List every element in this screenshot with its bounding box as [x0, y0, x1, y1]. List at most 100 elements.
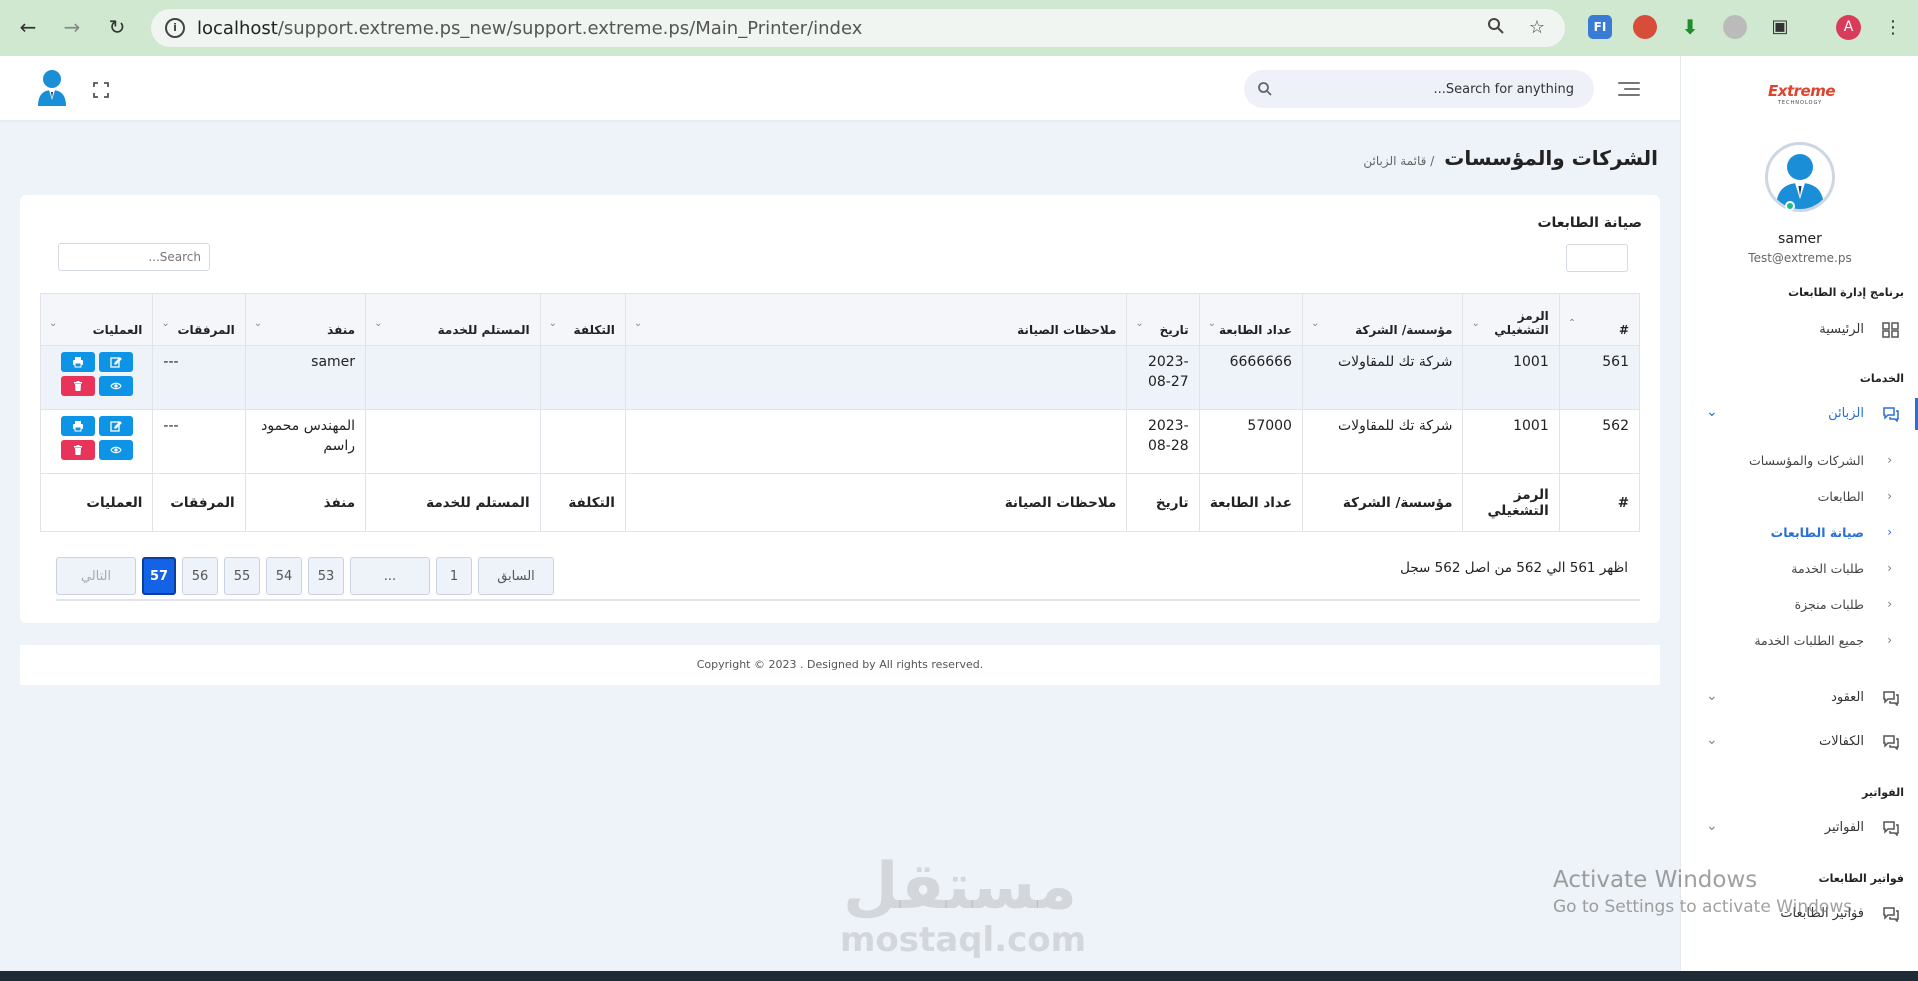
- sidebar-sub-printers[interactable]: ‹ الطابعات: [1680, 483, 1918, 513]
- sidebar-item-guarantees[interactable]: الكفالات ⌄: [1680, 726, 1918, 758]
- sort-icon: ⌄: [49, 318, 58, 329]
- sidebar-sub-service-requests[interactable]: ‹ طلبات الخدمة: [1680, 555, 1918, 585]
- table-row: 562 1001 شركة تك للمقاولات 57000 2023-08…: [39, 409, 1641, 474]
- search-icon: [1257, 81, 1273, 97]
- trash-icon: [73, 445, 82, 455]
- print-button[interactable]: [60, 352, 95, 372]
- extension-fi-icon[interactable]: FI: [1588, 15, 1612, 39]
- col-num[interactable]: # ⌃: [1558, 293, 1641, 346]
- reload-icon[interactable]: ↻: [102, 12, 132, 42]
- edit-button[interactable]: [98, 416, 133, 436]
- footer: Copyright © 2023 . Designed by All right…: [20, 645, 1660, 685]
- print-button[interactable]: [60, 416, 95, 436]
- url-text: localhost/support.extreme.ps_new/support…: [197, 18, 863, 39]
- chevron-down-icon: ⌄: [1706, 818, 1718, 834]
- sidebar-sub-all-requests[interactable]: ‹ جميع الطلبات الخدمة: [1680, 627, 1918, 657]
- col-operations[interactable]: العمليات ⌄: [39, 293, 154, 346]
- chat-icon: [1882, 820, 1900, 837]
- col-date[interactable]: تاريخ ⌄: [1126, 293, 1200, 346]
- page-1[interactable]: 1: [436, 557, 472, 595]
- view-button[interactable]: [98, 376, 133, 396]
- section-invoices: الفواتير: [1862, 786, 1904, 799]
- sidebar-username: samer: [1778, 231, 1822, 247]
- bookmark-star-icon[interactable]: ☆: [1526, 17, 1548, 39]
- page-56[interactable]: 56: [182, 557, 218, 595]
- table-search-input[interactable]: [58, 243, 210, 271]
- edit-icon: [110, 357, 122, 368]
- global-search-input[interactable]: [1284, 70, 1574, 108]
- extension-color-icon[interactable]: [1633, 15, 1657, 39]
- col-attachments[interactable]: المرفقات ⌄: [152, 293, 246, 346]
- col-company[interactable]: مؤسسة/ الشركة ⌄: [1301, 293, 1464, 346]
- chevron-icon: ‹: [1887, 633, 1892, 647]
- brand-logo[interactable]: Extreme TECHNOLOGY: [1765, 82, 1835, 112]
- pagination-prev[interactable]: السابق: [478, 557, 554, 595]
- section-services: الخدمات: [1859, 372, 1904, 385]
- chevron-down-icon: ⌄: [1706, 688, 1718, 704]
- col-code[interactable]: الرمز التشغيلي ⌄: [1462, 293, 1560, 346]
- page-ellipsis: ...: [350, 557, 430, 595]
- chevron-icon: ‹: [1887, 489, 1892, 503]
- global-search[interactable]: [1244, 70, 1594, 108]
- chat-icon: [1882, 406, 1900, 423]
- chevron-icon: ‹: [1887, 453, 1892, 467]
- page-57[interactable]: 57: [142, 557, 176, 595]
- col-receiver[interactable]: المستلم للخدمة ⌄: [365, 293, 541, 346]
- page-length-select[interactable]: [1566, 244, 1628, 272]
- sidebar-email: Test@extreme.ps: [1748, 251, 1852, 265]
- sidebar-item-customers[interactable]: الزبائن ⌄: [1680, 398, 1918, 430]
- edit-button[interactable]: [98, 352, 133, 372]
- sidebar-sub-companies[interactable]: ‹ الشركات والمؤسسات: [1680, 447, 1918, 477]
- pagination-next[interactable]: التالي: [56, 557, 136, 595]
- menu-toggle-icon[interactable]: [1618, 82, 1640, 96]
- eye-icon: [110, 382, 122, 390]
- divider: [56, 599, 1640, 601]
- sort-icon: ⌄: [548, 318, 557, 329]
- chevron-icon: ‹: [1887, 525, 1892, 539]
- table-info: اظهر 561 الي 562 من اصل 562 سجل: [1400, 560, 1628, 576]
- fullscreen-icon[interactable]: [92, 81, 110, 99]
- sort-icon: ⌄: [253, 318, 263, 329]
- maintenance-card: صيانة الطابعات #⌃ الرمز التشغيلي⌄ مؤسسة/…: [20, 195, 1660, 623]
- online-status-dot: [1785, 201, 1795, 211]
- page-heading: الشركات والمؤسسات / قائمة الزبائن: [1363, 146, 1658, 170]
- browser-menu-icon[interactable]: ⋮: [1878, 12, 1908, 42]
- sidebar-sub-completed-requests[interactable]: ‹ طلبات منجزة: [1680, 591, 1918, 621]
- sidebar-item-contracts[interactable]: العقود ⌄: [1680, 682, 1918, 714]
- trash-icon: [73, 381, 82, 391]
- print-icon: [72, 421, 83, 432]
- download-icon[interactable]: ⬇: [1678, 15, 1702, 39]
- eye-icon: [110, 446, 122, 454]
- delete-button[interactable]: [60, 376, 95, 396]
- browser-toolbar: ← → ↻ i localhost/support.extreme.ps_new…: [0, 0, 1918, 56]
- row-actions: [39, 345, 154, 410]
- zoom-icon[interactable]: [1485, 17, 1507, 39]
- dashboard-icon: [1882, 322, 1900, 338]
- edit-icon: [110, 421, 122, 432]
- col-notes[interactable]: ملاحظات الصيانة ⌄: [624, 293, 1128, 346]
- forward-icon[interactable]: →: [57, 12, 87, 42]
- extension-puzzle-icon[interactable]: [1723, 15, 1747, 39]
- view-button[interactable]: [98, 440, 133, 460]
- sidebar-avatar: [1765, 142, 1835, 212]
- sidebar-item-invoices[interactable]: الفواتير ⌄: [1680, 812, 1918, 844]
- col-counter[interactable]: عداد الطابعة ⌄: [1198, 293, 1303, 346]
- back-icon[interactable]: ←: [13, 12, 43, 42]
- site-info-icon[interactable]: i: [165, 18, 185, 38]
- breadcrumb[interactable]: / قائمة الزبائن: [1363, 154, 1434, 168]
- sidebar-sub-printer-maintenance[interactable]: ‹ صيانة الطابعات: [1680, 519, 1918, 549]
- extensions-icon[interactable]: ▣: [1768, 15, 1792, 39]
- address-bar[interactable]: i localhost/support.extreme.ps_new/suppo…: [151, 9, 1565, 47]
- page-55[interactable]: 55: [224, 557, 260, 595]
- user-avatar-icon[interactable]: [36, 68, 68, 108]
- sort-icon: ⌄: [374, 318, 383, 329]
- profile-avatar[interactable]: A: [1836, 15, 1861, 40]
- delete-button[interactable]: [60, 440, 95, 460]
- sort-icon: ⌄: [1310, 318, 1320, 329]
- col-cost[interactable]: التكلفة ⌄: [539, 293, 626, 346]
- watermark: مستقل mostaql.com: [840, 850, 1087, 960]
- page-53[interactable]: 53: [308, 557, 344, 595]
- col-executor[interactable]: منفذ ⌄: [244, 293, 367, 346]
- page-54[interactable]: 54: [266, 557, 302, 595]
- sidebar-item-home[interactable]: الرئيسية: [1680, 314, 1918, 346]
